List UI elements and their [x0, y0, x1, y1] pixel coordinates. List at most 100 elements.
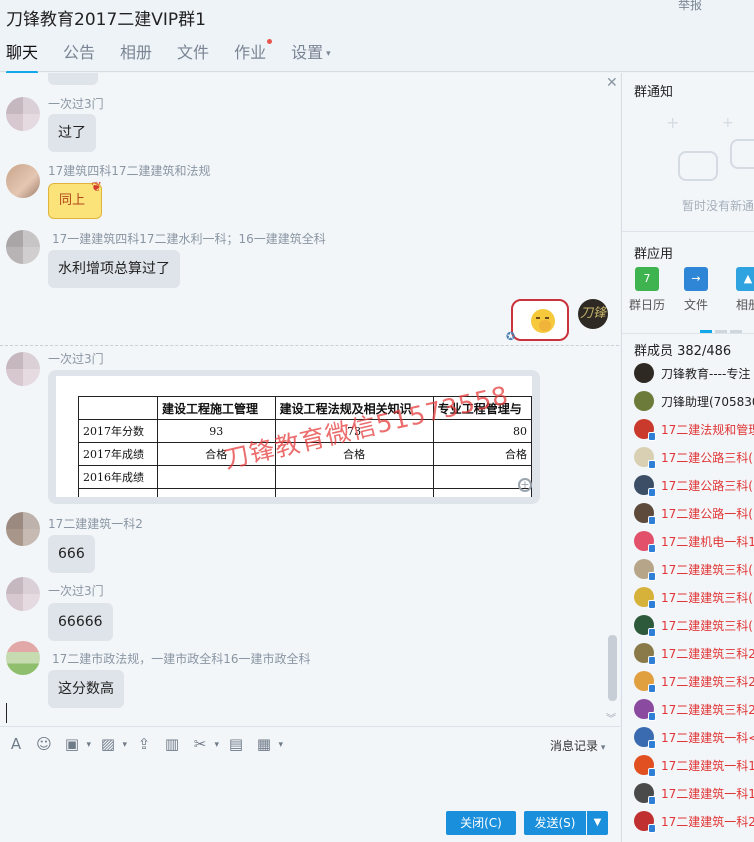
app-files[interactable]: → 文件: [676, 267, 716, 313]
member-name: 17二建建筑三科2(: [661, 702, 754, 717]
phone-badge-icon: [648, 712, 656, 721]
chat-bubble-icon: [678, 151, 718, 181]
member-item[interactable]: 17二建法规和管理: [634, 417, 754, 441]
avatar[interactable]: [6, 230, 40, 264]
chat-bubble-icon: [730, 139, 754, 169]
phone-badge-icon: [648, 488, 656, 497]
sender-nickname: 一次过3门: [48, 352, 104, 366]
table-cell: [432, 465, 532, 489]
member-item[interactable]: 17二建建筑三科2(: [634, 641, 754, 665]
app-calendar[interactable]: 7 群日历: [627, 267, 667, 313]
composer[interactable]: A ☺ ▣ ▨ ⇪ ▥ ✂ ▤ ▦ 消息记录 关闭(C) 发送(S) ▼: [0, 703, 620, 842]
scrollbar[interactable]: [608, 635, 617, 701]
member-name: 17二建建筑一科2<: [661, 814, 754, 829]
member-item[interactable]: 17二建建筑三科(3: [634, 557, 754, 581]
phone-badge-icon: [648, 796, 656, 805]
member-item[interactable]: 17二建建筑三科(7: [634, 613, 754, 637]
avatar[interactable]: [6, 97, 40, 131]
tab-label: 文件: [177, 43, 210, 62]
chat-header: 刀锋教育2017二建VIP群1 举报 聊天 公告 相册 文件 作业 设置 ▾: [0, 0, 754, 74]
member-item[interactable]: 17二建建筑一科<: [634, 725, 754, 749]
tab-chat[interactable]: 聊天: [0, 38, 44, 74]
sender-nickname: 17二建建筑一科2: [48, 517, 143, 531]
member-item[interactable]: 刀锋助理(7058308: [634, 389, 754, 413]
image-icon[interactable]: ▨: [98, 735, 127, 754]
message-bubble[interactable]: 66666: [48, 603, 113, 641]
member-item[interactable]: 17二建公路一科(1: [634, 501, 754, 525]
tab-announcement[interactable]: 公告: [57, 38, 101, 72]
tab-label: 公告: [63, 43, 96, 62]
avatar[interactable]: [6, 577, 40, 611]
member-item[interactable]: 17二建建筑一科2<: [634, 809, 754, 833]
emoji-icon[interactable]: ☺: [34, 735, 54, 753]
tab-settings[interactable]: 设置 ▾: [285, 38, 337, 72]
plus-icon: +: [666, 113, 680, 132]
red-packet-icon[interactable]: ▤: [226, 735, 246, 753]
message-bubble[interactable]: 过了: [48, 114, 96, 152]
member-item[interactable]: 17二建建筑三科2(: [634, 697, 754, 721]
zoom-in-icon[interactable]: +: [518, 478, 532, 492]
member-item[interactable]: 17二建建筑一科1<: [634, 781, 754, 805]
member-item[interactable]: 17二建建筑一科1(: [634, 753, 754, 777]
message-history-button[interactable]: 消息记录: [550, 737, 605, 754]
sticker-bubble[interactable]: [511, 299, 569, 341]
close-icon[interactable]: ✕: [606, 75, 618, 91]
message-list[interactable]: ✕ 一次过3门 过了 17建筑四科17二建建筑和法规 同上 ❦ 17一建建筑四科…: [0, 73, 620, 726]
divider: [622, 333, 754, 334]
member-avatar: [634, 363, 654, 383]
file-icon: →: [684, 267, 708, 291]
tab-homework[interactable]: 作业: [228, 38, 273, 72]
member-avatar: [634, 615, 656, 637]
empty-notice-text: 暂时没有新通: [682, 199, 754, 213]
member-avatar: [634, 587, 656, 609]
member-item[interactable]: 刀锋教育----专注: [634, 361, 750, 385]
sticker-icon[interactable]: ▣: [62, 735, 91, 754]
member-avatar: [634, 727, 656, 749]
member-name: 刀锋教育----专注: [661, 366, 751, 381]
message-bubble[interactable]: 666: [48, 535, 95, 573]
member-item[interactable]: 17二建公路三科(1: [634, 445, 754, 469]
member-item[interactable]: 17二建建筑三科2(: [634, 669, 754, 693]
scissors-icon[interactable]: ✂: [190, 735, 219, 754]
avatar[interactable]: [6, 641, 40, 675]
chevron-down-icon: ▼: [593, 817, 602, 828]
avatar[interactable]: [6, 164, 40, 198]
report-link[interactable]: 举报: [678, 0, 702, 13]
member-avatar: [634, 419, 656, 441]
message-bubble[interactable]: 这分数高: [48, 670, 124, 708]
app-album[interactable]: ▲ 相册: [728, 267, 754, 313]
heart-icon: ❦: [91, 180, 102, 195]
plus-icon: +: [722, 115, 734, 131]
member-item[interactable]: 17二建公路三科(5: [634, 473, 754, 497]
scroll-bottom-icon[interactable]: ︾: [606, 710, 616, 725]
app-label: 相册: [735, 298, 754, 312]
member-avatar: [634, 783, 656, 805]
member-avatar: [634, 559, 656, 581]
badge-icon: ✪: [506, 330, 516, 343]
member-item[interactable]: 17二建建筑三科(5: [634, 585, 754, 609]
self-avatar[interactable]: 刀锋: [578, 299, 608, 329]
message-bubble: [48, 73, 98, 85]
font-icon[interactable]: A: [6, 735, 26, 753]
member-name: 17二建公路三科(5: [661, 478, 754, 493]
message-bubble[interactable]: 水利增项总算过了: [48, 250, 180, 288]
table-cell: [274, 465, 434, 489]
member-avatar: [634, 531, 656, 553]
tab-album[interactable]: 相册: [114, 38, 158, 72]
sender-nickname: 17建筑四科17二建建筑和法规: [48, 164, 211, 178]
member-name: 17二建公路三科(1: [661, 450, 754, 465]
close-button[interactable]: 关闭(C): [446, 811, 516, 835]
more-chat-icon[interactable]: ▦: [254, 735, 283, 754]
table-cell: 2017年成绩: [78, 442, 158, 466]
avatar[interactable]: [6, 352, 40, 386]
phone-badge-icon: [648, 824, 656, 833]
table-cell: 2016年成绩: [78, 465, 158, 489]
empty-notice-illustration: + +: [666, 113, 754, 193]
send-button[interactable]: 发送(S): [524, 811, 586, 835]
avatar[interactable]: [6, 512, 40, 546]
tab-files[interactable]: 文件: [171, 38, 215, 72]
gift-icon[interactable]: ▥: [162, 735, 182, 753]
send-options-button[interactable]: ▼: [587, 811, 608, 835]
member-item[interactable]: 17二建机电一科1(: [634, 529, 754, 553]
upload-icon[interactable]: ⇪: [134, 735, 154, 753]
